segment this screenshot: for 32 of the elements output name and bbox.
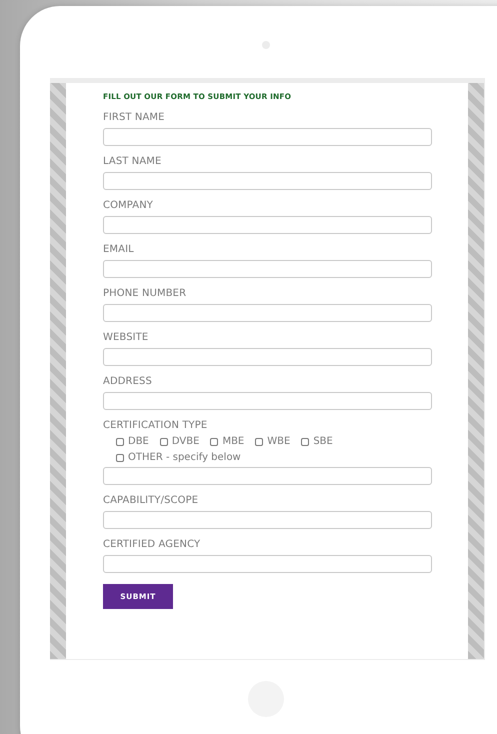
checkbox[interactable] (210, 438, 218, 446)
field-label: EMAIL (103, 244, 135, 256)
field-label: CERTIFIED AGENCY (103, 539, 202, 551)
field-label: FIRST NAME (103, 112, 166, 124)
field-label: WEBSITE (103, 332, 150, 344)
input-field[interactable] (103, 128, 432, 146)
checkbox-label[interactable]: OTHER - specify below (128, 452, 241, 464)
checkbox-label[interactable]: SBE (313, 436, 333, 448)
input-field[interactable] (103, 216, 432, 234)
checkbox-label[interactable]: DVBE (172, 436, 200, 448)
input-field[interactable] (103, 392, 432, 410)
field-label: LAST NAME (103, 156, 162, 168)
input-field[interactable] (103, 260, 432, 278)
field-label: CERTIFICATION TYPE (103, 420, 208, 432)
field-label: COMPANY (103, 200, 154, 212)
checkbox-label[interactable]: MBE (222, 436, 244, 448)
field-label: CAPABILITY/SCOPE (103, 495, 200, 507)
field-label: PHONE NUMBER (103, 288, 188, 300)
checkbox-label[interactable]: DBE (128, 436, 149, 448)
field-label: ADDRESS (103, 376, 153, 388)
checkbox[interactable] (301, 438, 310, 446)
input-field[interactable] (103, 172, 432, 190)
checkbox[interactable] (255, 438, 264, 446)
input-field[interactable] (103, 555, 432, 573)
checkbox[interactable] (160, 438, 168, 446)
input-field[interactable] (103, 467, 432, 485)
checkbox[interactable] (116, 438, 124, 446)
input-field[interactable] (103, 511, 432, 529)
input-field[interactable] (103, 348, 432, 366)
input-field[interactable] (103, 304, 432, 322)
checkbox[interactable] (116, 454, 124, 462)
checkbox-label[interactable]: WBE (267, 436, 290, 448)
